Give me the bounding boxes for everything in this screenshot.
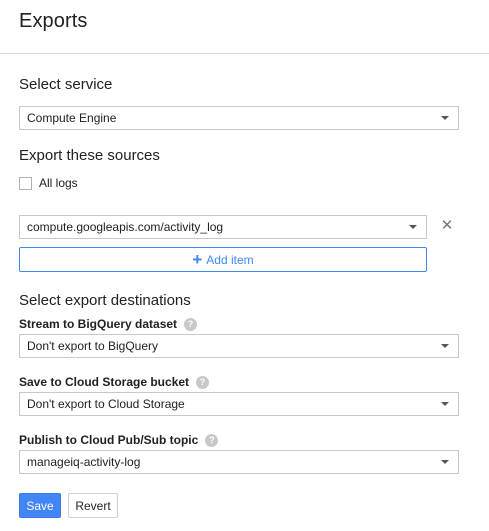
plus-icon: + bbox=[192, 250, 203, 269]
caret-down-icon bbox=[441, 460, 449, 464]
pubsub-select-value: manageiq-activity-log bbox=[27, 455, 141, 469]
page-header: Exports bbox=[0, 0, 489, 54]
help-icon[interactable]: ? bbox=[196, 375, 210, 389]
add-item-button[interactable]: + Add item bbox=[19, 247, 427, 272]
storage-label-text: Save to Cloud Storage bucket bbox=[19, 375, 190, 389]
pubsub-select[interactable]: manageiq-activity-log bbox=[19, 450, 459, 474]
bigquery-label: Stream to BigQuery dataset ? bbox=[19, 317, 198, 331]
bigquery-select-value: Don't export to BigQuery bbox=[27, 339, 159, 353]
export-destinations-heading: Select export destinations bbox=[19, 292, 191, 309]
caret-down-icon bbox=[441, 402, 449, 406]
close-icon[interactable]: ✕ bbox=[440, 218, 454, 233]
pubsub-label: Publish to Cloud Pub/Sub topic ? bbox=[19, 433, 219, 447]
help-icon[interactable]: ? bbox=[184, 317, 198, 331]
bigquery-select[interactable]: Don't export to BigQuery bbox=[19, 334, 459, 358]
storage-select[interactable]: Don't export to Cloud Storage bbox=[19, 392, 459, 416]
caret-down-icon bbox=[409, 225, 417, 229]
service-select[interactable]: Compute Engine bbox=[19, 106, 459, 130]
pubsub-label-text: Publish to Cloud Pub/Sub topic bbox=[19, 433, 199, 447]
export-sources-heading: Export these sources bbox=[19, 147, 160, 164]
add-item-label: Add item bbox=[206, 252, 254, 267]
help-icon[interactable]: ? bbox=[205, 433, 219, 447]
storage-label: Save to Cloud Storage bucket ? bbox=[19, 375, 210, 389]
revert-button[interactable]: Revert bbox=[68, 493, 118, 518]
save-button[interactable]: Save bbox=[19, 493, 61, 518]
source-select-value: compute.googleapis.com/activity_log bbox=[27, 220, 224, 234]
source-select[interactable]: compute.googleapis.com/activity_log bbox=[19, 215, 427, 239]
all-logs-checkbox[interactable] bbox=[19, 177, 32, 190]
page-title: Exports bbox=[19, 10, 88, 32]
caret-down-icon bbox=[441, 116, 449, 120]
service-select-value: Compute Engine bbox=[27, 111, 117, 125]
storage-select-value: Don't export to Cloud Storage bbox=[27, 397, 185, 411]
select-service-heading: Select service bbox=[19, 76, 113, 93]
caret-down-icon bbox=[441, 344, 449, 348]
bigquery-label-text: Stream to BigQuery dataset bbox=[19, 317, 178, 331]
all-logs-label: All logs bbox=[39, 176, 78, 190]
